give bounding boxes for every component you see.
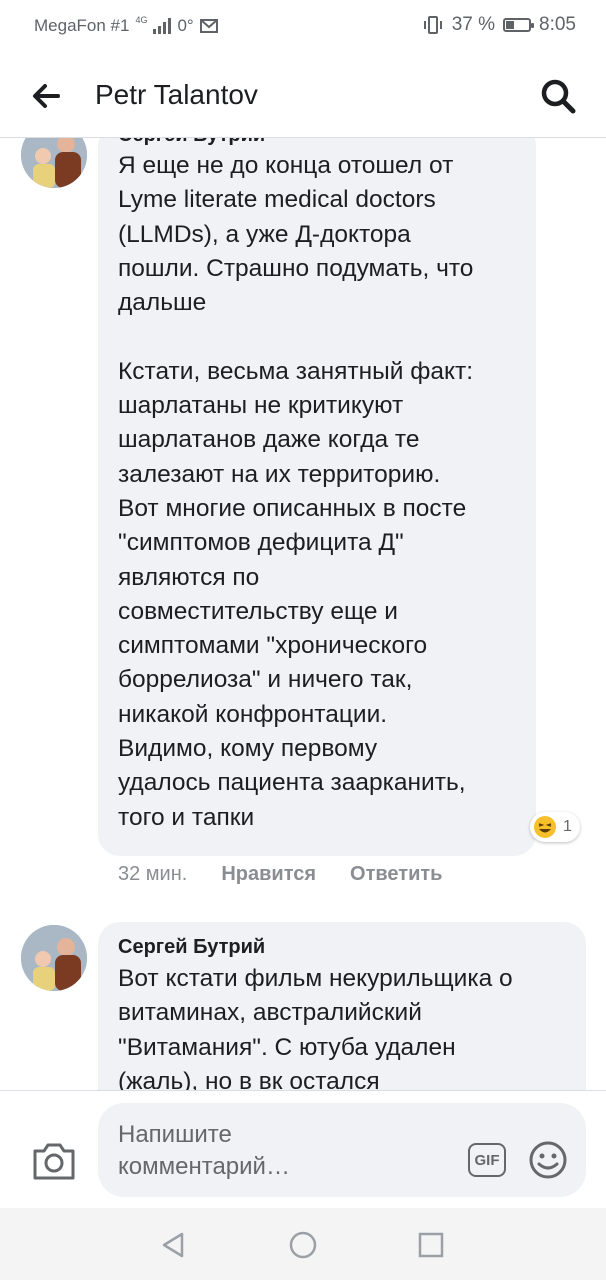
comment-actions: 32 мин. Нравится Ответить [118,863,442,886]
comment-author[interactable]: Сергей Бутрий [118,936,265,959]
vibrate-icon [423,16,442,34]
mail-icon [199,19,218,33]
like-button[interactable]: Нравится [221,863,316,886]
avatar-photo [21,925,87,991]
comment-placeholder: Напишите комментарий… [118,1121,290,1180]
system-nav-bar [0,1208,606,1280]
reaction-summary[interactable]: 1 [530,812,580,842]
battery-percent: 37 % [451,14,496,35]
battery-fill [506,21,515,29]
comment-time: 32 мин. [118,863,188,885]
reply-button[interactable]: Ответить [350,863,442,886]
laughing-emoji-icon [534,816,556,838]
avatar[interactable] [21,925,87,991]
avatar-photo [21,138,87,188]
comment-input[interactable]: Напишите комментарий… GIF [98,1103,586,1197]
comment-author[interactable]: Сергей Бутрий [118,138,265,147]
status-right: 37 % 8:05 [422,14,576,36]
app-header: Petr Talantov [0,52,606,138]
signal-icon [153,18,172,34]
gif-button[interactable]: GIF [468,1143,506,1177]
battery-icon [503,18,535,32]
comment-list: Сергей Бутрий Я еще не до конца отошел о… [0,138,606,1090]
smiley-icon[interactable] [528,1140,568,1180]
clock: 8:05 [539,14,576,35]
data-counter: 0° [177,16,194,35]
comment-composer: Напишите комментарий… GIF [0,1090,606,1208]
arrow-left-icon[interactable] [28,78,64,114]
network-type: 4G [135,14,148,25]
status-left: MegaFon #1 4G 0° [34,14,218,36]
carrier-name: MegaFon #1 [34,16,130,35]
page-title: Petr Talantov [95,79,258,110]
square-recent-icon[interactable] [417,1231,445,1259]
status-bar: MegaFon #1 4G 0° 37 % 8:05 [0,0,606,52]
reaction-count: 1 [563,818,572,835]
triangle-back-icon[interactable] [158,1230,188,1260]
comment-text: Вот кстати фильм некурильщика о витамина… [118,965,513,1090]
circle-home-icon[interactable] [288,1230,318,1260]
comment-bubble[interactable]: Сергей Бутрий Я еще не до конца отошел о… [98,138,536,856]
avatar[interactable] [21,138,87,188]
search-icon[interactable] [538,76,578,116]
camera-icon[interactable] [32,1141,76,1181]
comment-bubble[interactable]: Сергей Бутрий Вот кстати фильм некурильщ… [98,922,586,1090]
comment-text: Я еще не до конца отошел от Lyme literat… [118,152,474,831]
